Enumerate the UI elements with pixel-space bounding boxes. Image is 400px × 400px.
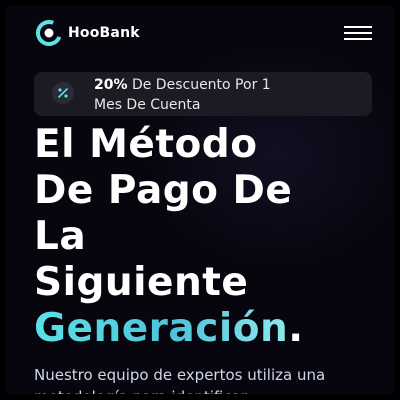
discount-line1: De Descuento Por 1: [127, 77, 271, 93]
page: HooBank 20% De Descuento Por 1 Mes De Cu…: [0, 0, 400, 400]
headline-line-5: Generación.: [34, 306, 394, 352]
hero-headline: El Método De Pago De La Siguiente Genera…: [34, 122, 394, 352]
hero-description: Nuestro equipo de expertos utiliza una m…: [34, 366, 326, 400]
headline-line-3: La: [34, 214, 87, 259]
menu-button[interactable]: [344, 24, 372, 42]
hamburger-menu-icon: [344, 26, 372, 40]
discount-percent: 20%: [94, 77, 128, 93]
discount-badge: 20% De Descuento Por 1 Mes De Cuenta: [34, 72, 372, 116]
discount-icon: [52, 82, 74, 104]
headline-line-2: De Pago De: [34, 168, 293, 213]
brand-logo[interactable]: HooBank: [36, 18, 140, 48]
brand-name: HooBank: [68, 25, 140, 41]
headline-period: .: [288, 306, 304, 351]
navbar: HooBank: [34, 18, 374, 48]
headline-gradient-word: Generación: [34, 306, 289, 351]
headline-line-4: Siguiente: [34, 260, 249, 305]
discount-text: 20% De Descuento Por 1 Mes De Cuenta: [94, 75, 364, 115]
headline-line-1: El Método: [34, 122, 258, 167]
hoobank-logo-icon: [36, 20, 62, 46]
discount-line2: Mes De Cuenta: [94, 97, 201, 113]
